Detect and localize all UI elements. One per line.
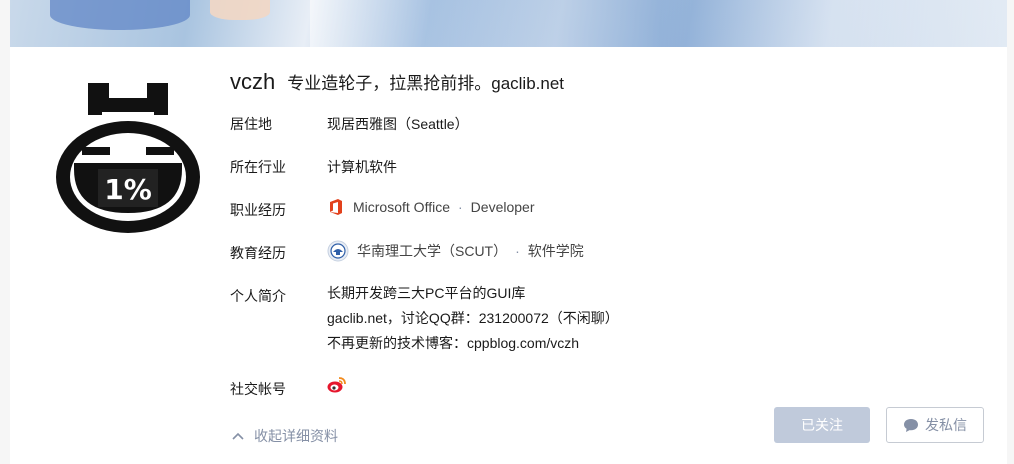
microsoft-office-icon[interactable] bbox=[327, 198, 345, 216]
field-label: 居住地 bbox=[230, 116, 272, 132]
bio-line: gaclib.net，讨论QQ群：231200072（不闲聊） bbox=[327, 310, 619, 326]
separator: · bbox=[458, 199, 463, 215]
collapse-label: 收起详细资料 bbox=[254, 428, 338, 444]
school-link[interactable]: 华南理工大学（SCUT） bbox=[357, 241, 507, 261]
followed-button[interactable]: 已关注 bbox=[774, 407, 870, 443]
position-value: Developer bbox=[470, 199, 535, 215]
major-value: 软件学院 bbox=[527, 243, 584, 259]
chat-bubble-icon bbox=[904, 418, 918, 432]
bio-line: 不再更新的技术博客：cppblog.com/vczh bbox=[327, 335, 580, 351]
avatar-image: 1% bbox=[56, 83, 200, 233]
profile-card: 1% vczh 专业造轮子，拉黑抢前排。gaclib.net 居住地 现居西雅图… bbox=[10, 47, 1007, 464]
send-message-button[interactable]: 发私信 bbox=[886, 407, 984, 443]
chevron-up-icon bbox=[232, 432, 244, 440]
avatar-text: 1% bbox=[104, 173, 152, 206]
field-label: 职业经历 bbox=[230, 202, 286, 218]
weibo-icon[interactable] bbox=[327, 376, 347, 394]
message-label: 发私信 bbox=[925, 417, 967, 433]
user-headline: 专业造轮子，拉黑抢前排。gaclib.net bbox=[287, 74, 565, 93]
separator: · bbox=[515, 243, 520, 259]
user-name: vczh bbox=[230, 69, 276, 94]
location-value: 现居西雅图（Seattle） bbox=[327, 116, 469, 132]
avatar[interactable]: 1% bbox=[44, 69, 212, 237]
company-link[interactable]: Microsoft Office bbox=[353, 199, 450, 215]
bio-value: 长期开发跨三大PC平台的GUI库 gaclib.net，讨论QQ群：231200… bbox=[327, 281, 619, 356]
bio-line: 长期开发跨三大PC平台的GUI库 bbox=[327, 285, 526, 301]
field-label: 社交帐号 bbox=[230, 381, 286, 397]
field-value: 现居西雅图（Seattle） bbox=[327, 114, 469, 134]
name-row: vczh 专业造轮子，拉黑抢前排。gaclib.net bbox=[230, 69, 564, 95]
field-value: 华南理工大学（SCUT） · 软件学院 bbox=[327, 240, 584, 262]
followed-label: 已关注 bbox=[801, 417, 843, 433]
field-value: Microsoft Office · Developer bbox=[327, 198, 535, 216]
industry-value: 计算机软件 bbox=[327, 159, 397, 175]
field-value bbox=[327, 376, 347, 394]
field-value: 计算机软件 bbox=[327, 157, 397, 177]
collapse-details-toggle[interactable]: 收起详细资料 bbox=[232, 426, 338, 446]
school-emblem-icon[interactable] bbox=[327, 240, 349, 262]
field-label: 所在行业 bbox=[230, 159, 286, 175]
profile-cover-image bbox=[10, 0, 1007, 47]
field-label: 教育经历 bbox=[230, 245, 286, 261]
field-label: 个人简介 bbox=[230, 288, 286, 304]
